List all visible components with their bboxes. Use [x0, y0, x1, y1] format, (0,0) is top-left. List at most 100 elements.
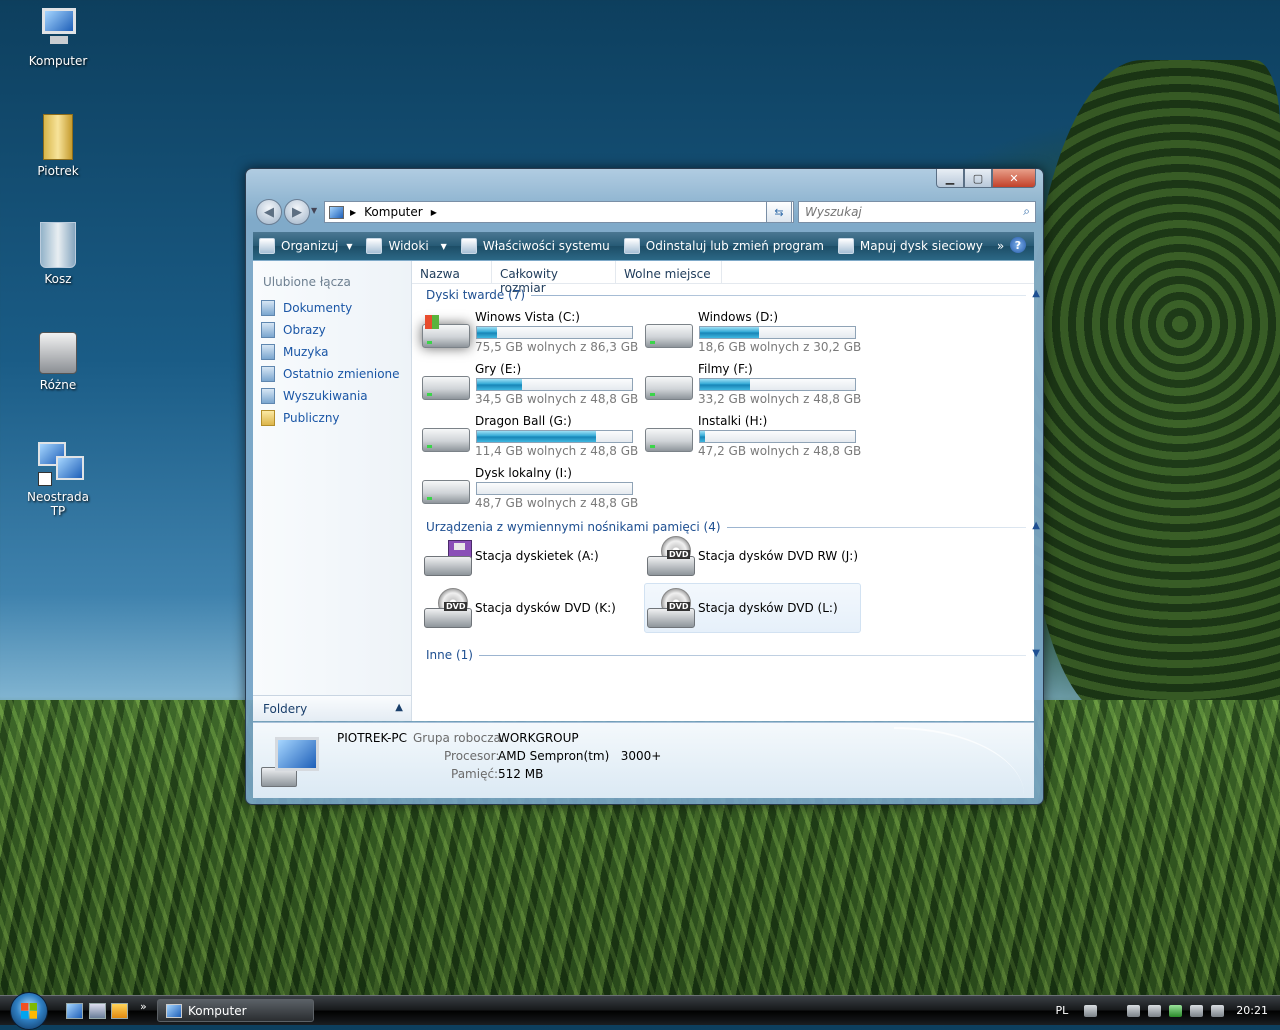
drive-free-space: 34,5 GB wolnych z 48,8 GB	[475, 392, 639, 406]
desktop-icon-user-folder[interactable]: Piotrek	[18, 114, 98, 178]
drive-item-a[interactable]: Stacja dyskietek (A:)	[422, 532, 637, 580]
close-button[interactable]: ✕	[992, 169, 1036, 188]
address-bar[interactable]: ▶ Komputer ▶ ▼	[324, 201, 794, 223]
cpu-label: Procesor:	[444, 749, 500, 763]
chevron-up-icon[interactable]: ▲	[1032, 288, 1040, 299]
maximize-icon: ▢	[972, 171, 984, 185]
command-bar: Organizuj ▼ Widoki ▼ Właściwości systemu…	[253, 232, 1034, 260]
chevron-down-icon[interactable]: ▼	[1032, 648, 1040, 659]
drive-item-l[interactable]: DVD Stacja dysków DVD (L:)	[644, 583, 861, 633]
dvd-badge: DVD	[667, 602, 691, 611]
drive-item-e[interactable]: Gry (E:) 34,5 GB wolnych z 48,8 GB	[422, 362, 639, 410]
organize-button[interactable]: Organizuj ▼	[253, 234, 358, 258]
switch-windows-icon[interactable]	[89, 1003, 106, 1019]
taskbar-button-label: Komputer	[188, 1003, 247, 1018]
desktop-icon-recycle-bin[interactable]: Kosz	[18, 222, 98, 286]
details-pane: PIOTREK-PC Grupa robocza: WORKGROUP Proc…	[253, 722, 1034, 798]
chevron-up-icon[interactable]: ▲	[1032, 520, 1040, 531]
tray-app-icon[interactable]	[1127, 1004, 1141, 1017]
map-network-drive-button[interactable]: Mapuj dysk sieciowy	[832, 234, 989, 258]
recycle-bin-icon	[40, 222, 76, 268]
nav-link-label: Publiczny	[283, 411, 340, 425]
nav-link-music[interactable]: Muzyka	[253, 341, 411, 363]
desktop-icon-network[interactable]: Neostrada TP	[18, 442, 98, 518]
maximize-button[interactable]: ▢	[964, 169, 992, 188]
help-button[interactable]: ?	[1010, 237, 1026, 253]
breadcrumb-separator-icon: ▶	[350, 207, 357, 217]
column-header-total-size[interactable]: Całkowity rozmiar	[492, 261, 616, 295]
drive-usage-bar	[476, 326, 633, 339]
drive-free-space: 18,6 GB wolnych z 30,2 GB	[698, 340, 862, 354]
quick-launch-overflow[interactable]: »	[140, 1000, 147, 1013]
start-button[interactable]	[10, 992, 48, 1030]
drive-usage-bar	[699, 326, 856, 339]
drive-usage-fill	[700, 327, 759, 338]
nav-link-label: Wyszukiwania	[283, 389, 368, 403]
views-label: Widoki	[388, 239, 429, 253]
show-desktop-icon[interactable]	[66, 1003, 83, 1019]
drive-item-f[interactable]: Filmy (F:) 33,2 GB wolnych z 48,8 GB	[645, 362, 861, 410]
system-properties-button[interactable]: Właściwości systemu	[455, 234, 616, 258]
language-indicator[interactable]: PL	[1056, 1004, 1069, 1017]
computer-icon	[36, 6, 80, 50]
desktop-icon-misc[interactable]: Różne	[18, 332, 98, 392]
tray-app-icon[interactable]	[1148, 1004, 1162, 1017]
column-header-name[interactable]: Nazwa	[412, 261, 492, 283]
search-input[interactable]	[803, 204, 1007, 220]
search-box[interactable]: ⌕	[798, 201, 1036, 223]
clock[interactable]: 20:21	[1236, 1004, 1268, 1017]
forward-button[interactable]: ▶	[284, 199, 310, 225]
drive-name: Winows Vista (C:)	[475, 310, 580, 324]
drive-item-k[interactable]: DVD Stacja dysków DVD (K:)	[422, 584, 637, 632]
drive-name: Stacja dysków DVD (L:)	[698, 601, 838, 615]
desktop-icon-computer[interactable]: Komputer	[18, 6, 98, 68]
drive-name: Stacja dyskietek (A:)	[475, 549, 599, 563]
minimize-button[interactable]: ▁	[936, 169, 964, 188]
nav-link-searches[interactable]: Wyszukiwania	[253, 385, 411, 407]
hard-drive-icon	[422, 428, 470, 452]
computer-small-icon	[329, 205, 344, 219]
forward-arrow-icon: ▶	[292, 204, 302, 220]
recent-icon	[261, 366, 275, 382]
media-player-icon[interactable]	[111, 1003, 128, 1019]
nav-link-public[interactable]: Publiczny	[253, 407, 411, 429]
drive-name: Dragon Ball (G:)	[475, 414, 572, 428]
toolbar-overflow-button[interactable]: »	[991, 234, 1010, 258]
search-icon[interactable]: ⌕	[1023, 204, 1030, 219]
back-button[interactable]: ◀	[256, 199, 282, 225]
drive-item-h[interactable]: Instalki (H:) 47,2 GB wolnych z 48,8 GB	[645, 414, 861, 462]
breadcrumb-computer[interactable]: Komputer	[364, 205, 423, 219]
floppy-drive-icon	[424, 536, 472, 576]
drive-item-g[interactable]: Dragon Ball (G:) 11,4 GB wolnych z 48,8 …	[422, 414, 638, 462]
group-header-hard-drives[interactable]: Dyski twarde (7) ▲	[412, 284, 1048, 306]
desktop-icon-label: Komputer	[28, 54, 88, 68]
nav-link-pictures[interactable]: Obrazy	[253, 319, 411, 341]
nav-link-documents[interactable]: Dokumenty	[253, 297, 411, 319]
taskbar-button-computer[interactable]: Komputer	[157, 999, 314, 1022]
drive-name: Windows (D:)	[698, 310, 779, 324]
drive-item-j[interactable]: DVD Stacja dysków DVD RW (J:)	[645, 532, 860, 580]
drive-item-d[interactable]: Windows (D:) 18,6 GB wolnych z 30,2 GB	[645, 310, 862, 358]
refresh-button[interactable]: ⇆	[766, 201, 792, 223]
network-icon[interactable]	[1190, 1004, 1204, 1017]
drive-name: Stacja dysków DVD (K:)	[475, 601, 616, 615]
breadcrumb-chevron-icon[interactable]: ▶	[431, 208, 437, 217]
drive-free-space: 75,5 GB wolnych z 86,3 GB	[475, 340, 639, 354]
nav-link-recent[interactable]: Ostatnio zmienione	[253, 363, 411, 385]
views-button[interactable]: Widoki ▼	[360, 234, 452, 258]
keyboard-icon[interactable]	[1084, 1004, 1098, 1017]
drive-item-i[interactable]: Dysk lokalny (I:) 48,7 GB wolnych z 48,8…	[422, 466, 638, 514]
recent-pages-dropdown[interactable]: ▼	[311, 206, 317, 215]
chevron-down-icon: ▼	[440, 241, 447, 251]
explorer-window[interactable]: ▁ ▢ ✕ ◀ ▶ ▼ ▶ Komputer ▶ ▼ ⇆ ⌕ Organizuj…	[245, 168, 1044, 805]
volume-icon[interactable]	[1211, 1004, 1225, 1017]
security-icon[interactable]	[1169, 1004, 1183, 1017]
folders-toggle[interactable]: Foldery ▲	[253, 695, 411, 721]
network-drive-icon	[837, 238, 854, 254]
group-header-other[interactable]: Inne (1) ▼	[412, 644, 1048, 666]
uninstall-program-button[interactable]: Odinstaluj lub zmień program	[618, 234, 830, 258]
cpu-value: AMD Sempron(tm) 3000+	[498, 749, 662, 763]
hard-drive-icon	[422, 480, 470, 504]
column-header-free-space[interactable]: Wolne miejsce	[616, 261, 722, 283]
drive-item-c[interactable]: Winows Vista (C:) 75,5 GB wolnych z 86,3…	[422, 310, 639, 358]
